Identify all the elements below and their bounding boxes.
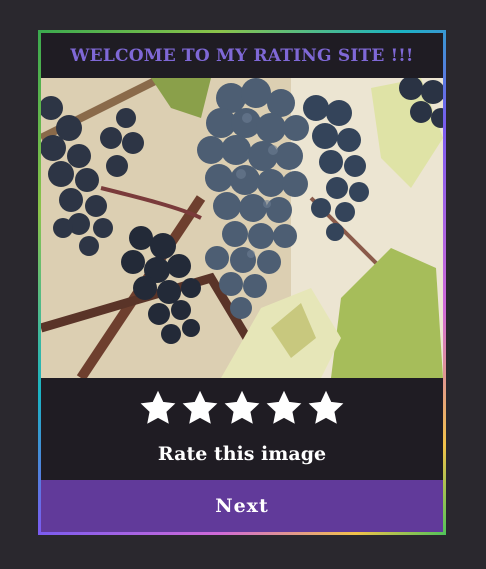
star-icon[interactable] bbox=[139, 389, 177, 427]
grapes-illustration bbox=[41, 78, 443, 378]
star-icon[interactable] bbox=[307, 389, 345, 427]
star-rating bbox=[41, 389, 443, 433]
page-title: WELCOME TO MY RATING SITE !!! bbox=[70, 45, 414, 66]
rating-card-frame: WELCOME TO MY RATING SITE !!! Rate this … bbox=[38, 30, 446, 535]
rating-card: WELCOME TO MY RATING SITE !!! Rate this … bbox=[41, 33, 443, 532]
rate-prompt: Rate this image bbox=[157, 443, 327, 465]
grapes-image bbox=[41, 78, 443, 378]
star-icon[interactable] bbox=[265, 389, 303, 427]
next-button[interactable]: Next bbox=[41, 480, 443, 532]
star-icon[interactable] bbox=[181, 389, 219, 427]
star-icon[interactable] bbox=[223, 389, 261, 427]
